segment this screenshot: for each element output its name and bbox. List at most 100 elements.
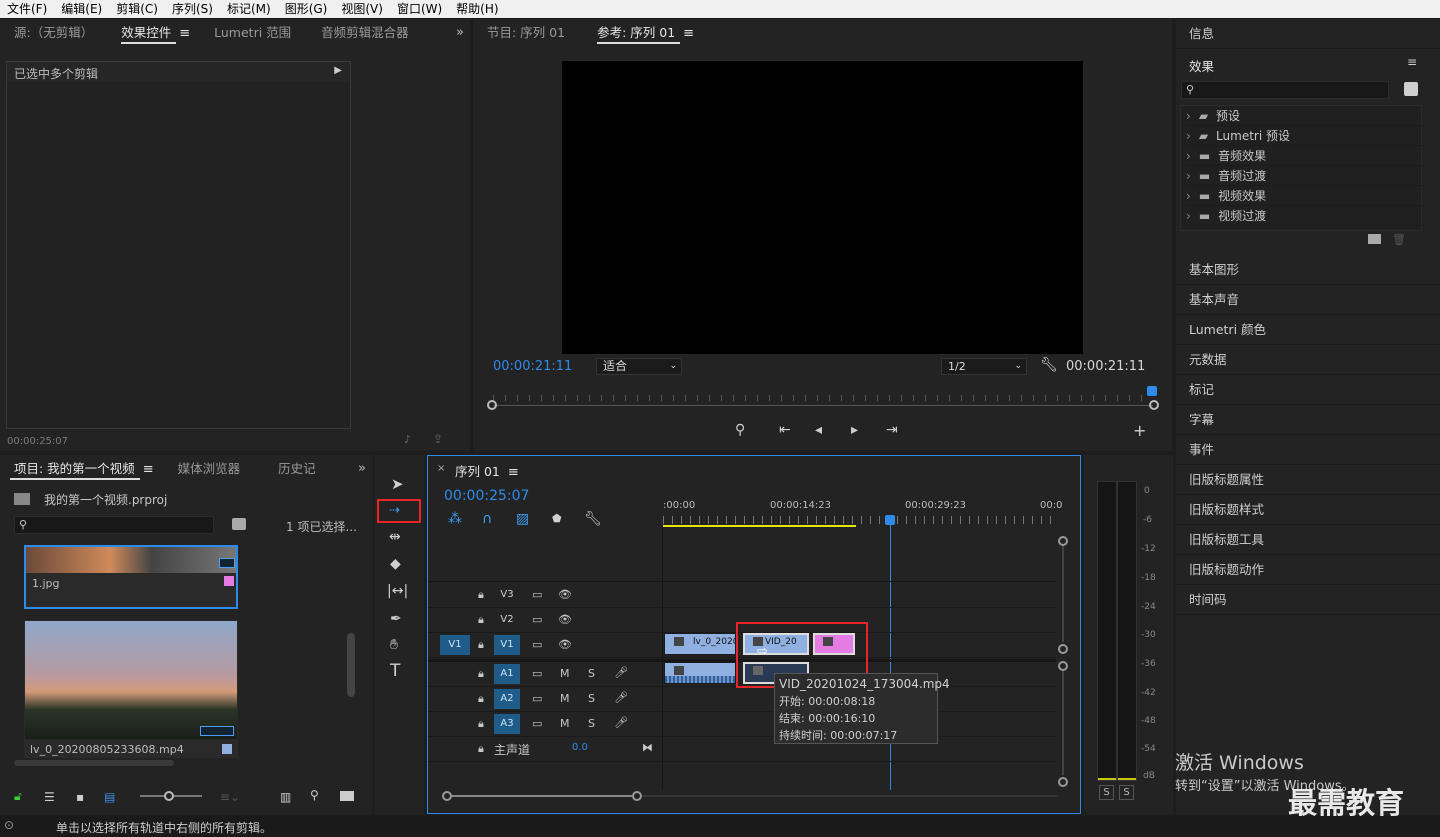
linked-selection-icon[interactable]: ▨ bbox=[516, 512, 529, 526]
tree-lumetri-presets[interactable]: › ▰ Lumetri 预设 bbox=[1186, 126, 1424, 146]
section-events[interactable]: 事件 bbox=[1176, 435, 1439, 465]
menu-icon[interactable]: ≡ bbox=[179, 20, 190, 48]
overflow-chevron-icon[interactable]: » bbox=[358, 461, 366, 476]
track-label-a1[interactable]: A1 bbox=[494, 664, 520, 684]
eye-icon[interactable]: 👁︎ bbox=[558, 613, 572, 626]
menu-edit[interactable]: 编辑(E) bbox=[54, 0, 109, 18]
type-tool-icon[interactable]: T bbox=[390, 663, 400, 680]
selection-tool-icon[interactable]: ➤ bbox=[391, 477, 404, 492]
solo-icon[interactable]: S bbox=[588, 717, 595, 730]
section-essential-graphics[interactable]: 基本图形 bbox=[1176, 255, 1439, 285]
playhead-timecode[interactable]: 00:00:21:11 bbox=[493, 359, 572, 374]
find-icon[interactable] bbox=[232, 518, 246, 530]
eye-icon[interactable]: 👁︎ bbox=[558, 638, 572, 651]
thumbnail-lv0-mp4[interactable]: lv_0_20200805233608.mp4 bbox=[24, 620, 238, 758]
lock-icon[interactable]: 🔒︎ bbox=[478, 667, 484, 681]
timeline-timecode[interactable]: 00:00:25:07 bbox=[444, 488, 529, 504]
fit-dropdown[interactable]: 适合 ⌄ bbox=[596, 358, 682, 375]
track-label-v2[interactable]: V2 bbox=[494, 610, 520, 630]
clip-a1-lv0[interactable] bbox=[664, 662, 736, 684]
section-timecode[interactable]: 时间码 bbox=[1176, 585, 1439, 615]
vertical-scrollbar-video[interactable] bbox=[1058, 536, 1068, 654]
section-essential-sound[interactable]: 基本声音 bbox=[1176, 285, 1439, 315]
export-icon[interactable]: ⇪ bbox=[433, 432, 443, 446]
source-patch-v1[interactable]: V1 bbox=[440, 635, 470, 655]
menu-clip[interactable]: 剪辑(C) bbox=[109, 0, 165, 18]
lock-icon[interactable]: 🔒︎ bbox=[478, 638, 484, 652]
tree-video-transitions[interactable]: › ▬ 视频过渡 bbox=[1186, 206, 1424, 226]
snap-icon[interactable]: ∩ bbox=[482, 512, 492, 526]
mic-icon[interactable]: 🎤︎ bbox=[614, 716, 628, 729]
menu-graphics[interactable]: 图形(G) bbox=[278, 0, 335, 18]
freeform-view-icon[interactable]: ▤ bbox=[104, 790, 115, 804]
track-select-forward-tool[interactable]: ⇢ bbox=[377, 499, 421, 523]
eye-icon[interactable]: 👁︎ bbox=[558, 588, 572, 601]
menu-icon[interactable]: ≡ bbox=[508, 465, 519, 480]
tab-source[interactable]: 源:（无剪辑） bbox=[0, 19, 103, 47]
solo-right-button[interactable]: S bbox=[1119, 785, 1134, 800]
mic-icon[interactable]: 🎤︎ bbox=[614, 666, 628, 679]
icon-view-icon[interactable]: ▪ bbox=[76, 790, 84, 804]
sync-icon[interactable]: ▭ bbox=[532, 638, 542, 651]
section-legacy-title-actions[interactable]: 旧版标题动作 bbox=[1176, 555, 1439, 585]
track-label-v3[interactable]: V3 bbox=[494, 585, 520, 605]
track-label-a2[interactable]: A2 bbox=[494, 689, 520, 709]
sync-icon[interactable]: ▭ bbox=[532, 692, 542, 705]
menu-window[interactable]: 窗口(W) bbox=[390, 0, 449, 18]
out-handle[interactable] bbox=[1149, 400, 1159, 410]
section-lumetri-color[interactable]: Lumetri 颜色 bbox=[1176, 315, 1439, 345]
sync-icon[interactable]: ▭ bbox=[532, 717, 542, 730]
menu-sequence[interactable]: 序列(S) bbox=[165, 0, 220, 18]
tab-lumetri-scopes[interactable]: Lumetri 范围 bbox=[204, 19, 301, 47]
razor-tool-icon[interactable]: ◆ bbox=[390, 557, 401, 571]
video-preview[interactable] bbox=[562, 61, 1083, 354]
track-label-a3[interactable]: A3 bbox=[494, 714, 520, 734]
section-metadata[interactable]: 元数据 bbox=[1176, 345, 1439, 375]
expand-triangle-icon[interactable]: ▶ bbox=[334, 65, 342, 76]
ripple-edit-tool-icon[interactable]: ⇹ bbox=[389, 530, 401, 544]
tab-media-browser[interactable]: 媒体浏览器 bbox=[168, 455, 251, 483]
menu-view[interactable]: 视图(V) bbox=[334, 0, 390, 18]
playhead-marker-icon[interactable] bbox=[1147, 386, 1157, 396]
section-legacy-title-styles[interactable]: 旧版标题样式 bbox=[1176, 495, 1439, 525]
horizontal-scrollbar[interactable] bbox=[442, 791, 1058, 801]
time-ruler[interactable]: :00:00 00:00:14:23 00:00:29:23 00:0 bbox=[663, 496, 1062, 530]
tree-presets[interactable]: › ▰ 预设 bbox=[1186, 106, 1424, 126]
menu-icon[interactable]: ≡ bbox=[143, 456, 154, 484]
hand-tool-icon[interactable]: ✋︎ bbox=[390, 638, 398, 652]
sync-icon[interactable]: ▭ bbox=[532, 613, 542, 626]
in-handle[interactable] bbox=[487, 400, 497, 410]
pen-tool-icon[interactable]: ✒ bbox=[390, 612, 402, 626]
section-markers[interactable]: 标记 bbox=[1176, 375, 1439, 405]
add-marker-icon[interactable]: ⬟ bbox=[552, 512, 562, 526]
program-scrubber[interactable] bbox=[487, 386, 1159, 410]
vertical-scrollbar-audio[interactable] bbox=[1058, 661, 1068, 787]
step-back-icon[interactable]: ◂ bbox=[815, 423, 822, 437]
find-icon[interactable]: ⚲ bbox=[310, 788, 319, 802]
zoom-slider-handle[interactable] bbox=[164, 791, 174, 801]
trash-icon[interactable]: 🗑︎ bbox=[1392, 233, 1406, 246]
lock-icon[interactable]: 🔒︎ bbox=[478, 717, 484, 731]
folder-icon[interactable] bbox=[1368, 234, 1381, 244]
effects-title[interactable]: 效果 bbox=[1189, 56, 1214, 75]
menu-icon[interactable]: ≡ bbox=[1407, 55, 1417, 69]
mute-icon[interactable]: M bbox=[560, 717, 570, 730]
work-area-bar[interactable] bbox=[663, 525, 856, 527]
mute-icon[interactable]: M bbox=[560, 667, 570, 680]
menu-help[interactable]: 帮助(H) bbox=[449, 0, 505, 18]
menu-file[interactable]: 文件(F) bbox=[0, 0, 54, 18]
marker-icon[interactable]: ⚲ bbox=[735, 423, 745, 437]
new-bin-icon[interactable] bbox=[340, 791, 354, 801]
nest-toggle-icon[interactable]: ⁂ bbox=[448, 512, 462, 526]
section-legacy-title-tools[interactable]: 旧版标题工具 bbox=[1176, 525, 1439, 555]
lock-icon[interactable]: 🔒︎ bbox=[478, 613, 484, 627]
project-hscrollbar[interactable] bbox=[14, 760, 174, 766]
menu-markers[interactable]: 标记(M) bbox=[220, 0, 278, 18]
go-to-in-icon[interactable]: ⇤ bbox=[779, 423, 791, 437]
tab-history[interactable]: 历史记 bbox=[268, 455, 326, 483]
effects-search-input[interactable]: ⚲ bbox=[1181, 81, 1389, 99]
tree-audio-transitions[interactable]: › ▬ 音频过渡 bbox=[1186, 166, 1424, 186]
add-button-icon[interactable]: + bbox=[1133, 423, 1146, 439]
close-icon[interactable]: × bbox=[437, 463, 445, 474]
menu-icon[interactable]: ≡ bbox=[683, 20, 694, 48]
